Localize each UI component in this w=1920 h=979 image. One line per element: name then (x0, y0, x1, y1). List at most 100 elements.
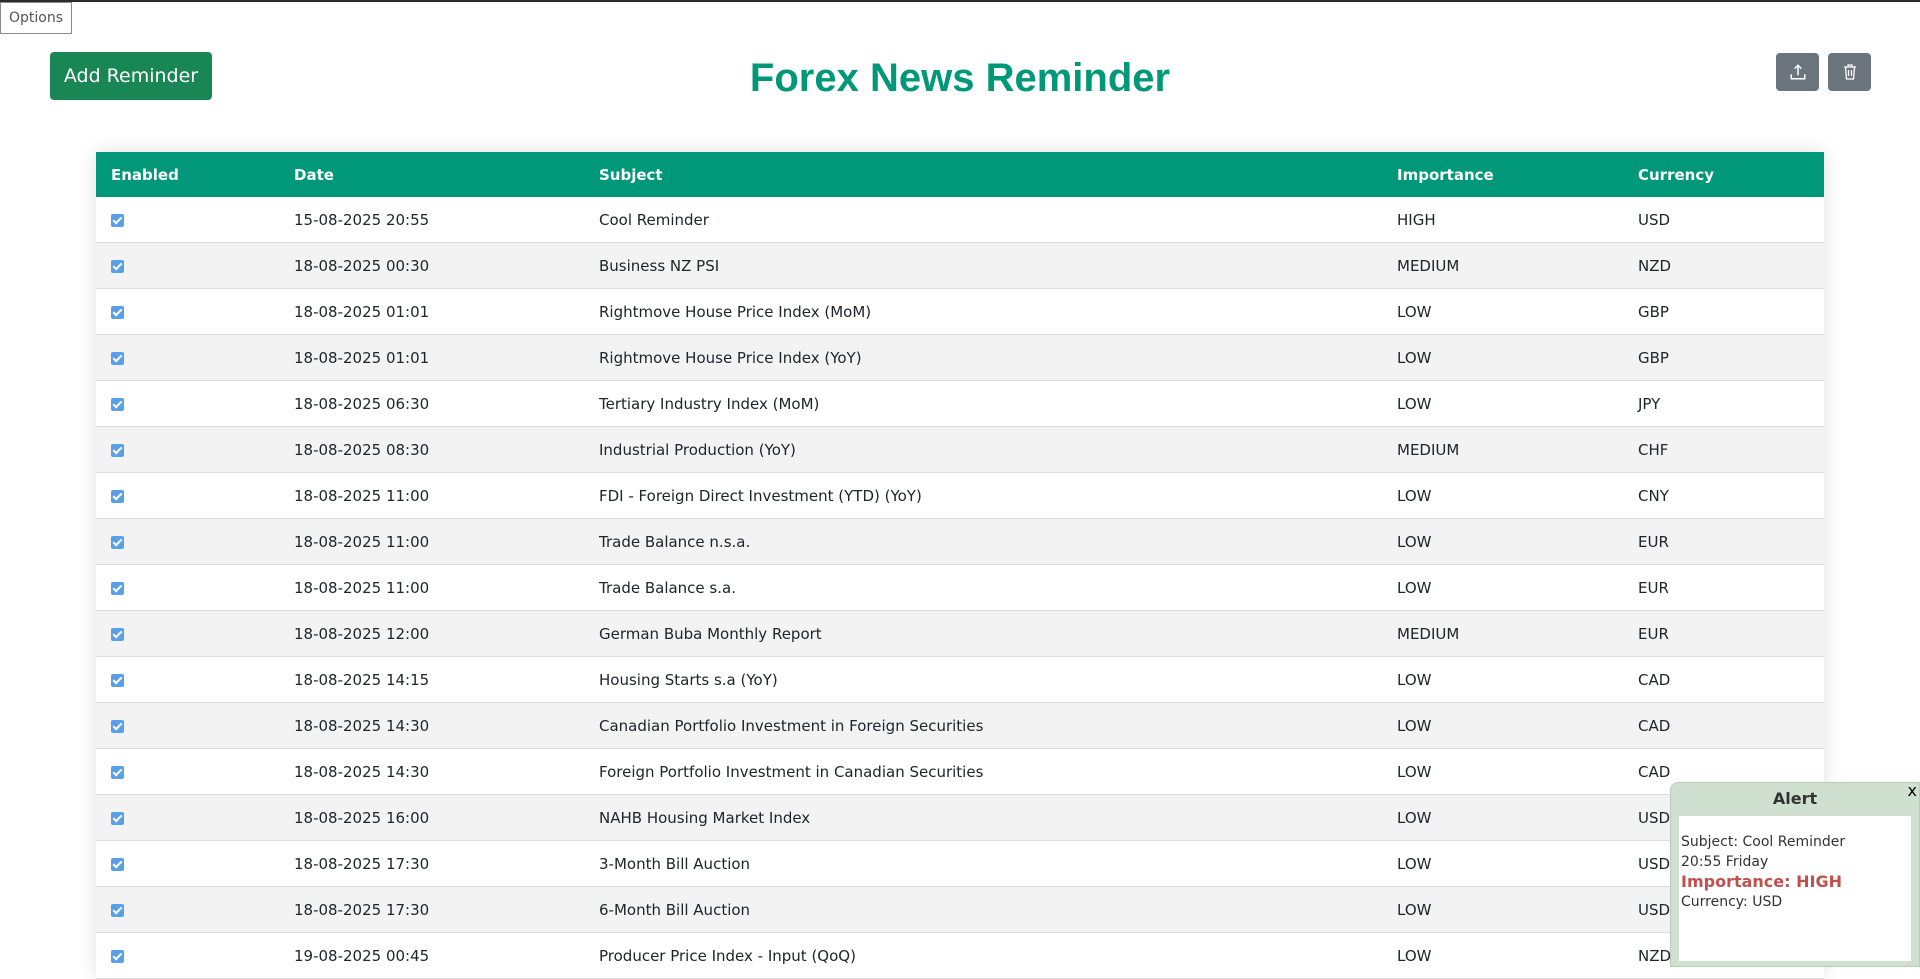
date-cell: 18-08-2025 01:01 (279, 334, 584, 381)
importance-cell: LOW (1382, 380, 1623, 427)
enabled-cell (96, 886, 279, 933)
date-cell: 18-08-2025 06:30 (279, 380, 584, 427)
enabled-checkbox[interactable] (111, 765, 124, 779)
date-cell: 18-08-2025 14:15 (279, 656, 584, 703)
currency-cell: GBP (1623, 334, 1824, 381)
date-cell: 18-08-2025 00:30 (279, 242, 584, 289)
importance-cell: MEDIUM (1382, 426, 1623, 473)
date-cell: 18-08-2025 14:30 (279, 748, 584, 795)
table-row[interactable]: 19-08-2025 00:45 Producer Price Index - I… (96, 932, 1824, 979)
alert-popup: x Alert Subject: Cool Reminder 20:55 Fri… (1670, 781, 1920, 967)
importance-cell: LOW (1382, 288, 1623, 335)
subject-cell: Tertiary Industry Index (MoM) (584, 380, 1382, 427)
importance-cell: LOW (1382, 518, 1623, 565)
table-row[interactable]: 18-08-2025 06:30 Tertiary Industry Index … (96, 380, 1824, 427)
enabled-checkbox[interactable] (111, 857, 124, 871)
date-cell: 18-08-2025 11:00 (279, 472, 584, 519)
enabled-checkbox[interactable] (111, 811, 124, 825)
subject-cell: Cool Reminder (584, 197, 1382, 243)
table-row[interactable]: 18-08-2025 17:30 6-Month Bill Auction LOW U… (96, 886, 1824, 933)
enabled-checkbox[interactable] (111, 259, 124, 273)
alert-close-button[interactable]: x (1908, 781, 1917, 801)
table-row[interactable]: 18-08-2025 14:30 Canadian Portfolio Inves… (96, 702, 1824, 749)
subject-cell: 6-Month Bill Auction (584, 886, 1382, 933)
subject-cell: Rightmove House Price Index (MoM) (584, 288, 1382, 335)
table-row[interactable]: 15-08-2025 20:55 Cool Reminder HIGH USD (96, 197, 1824, 243)
enabled-cell (96, 242, 279, 289)
enabled-checkbox[interactable] (111, 719, 124, 733)
table-row[interactable]: 18-08-2025 14:30 Foreign Portfolio Invest… (96, 748, 1824, 795)
table-row[interactable]: 18-08-2025 12:00 German Buba Monthly Repo… (96, 610, 1824, 657)
date-cell: 18-08-2025 11:00 (279, 564, 584, 611)
subject-cell: Rightmove House Price Index (YoY) (584, 334, 1382, 381)
subject-cell: Foreign Portfolio Investment in Canadian… (584, 748, 1382, 795)
enabled-cell (96, 932, 279, 979)
importance-cell: LOW (1382, 656, 1623, 703)
subject-cell: Industrial Production (YoY) (584, 426, 1382, 473)
table-row[interactable]: 18-08-2025 08:30 Industrial Production (Y… (96, 426, 1824, 473)
enabled-cell (96, 197, 279, 243)
delete-all-button[interactable] (1828, 53, 1871, 91)
importance-cell: LOW (1382, 794, 1623, 841)
options-button[interactable]: Options (0, 2, 73, 34)
table-row[interactable]: 18-08-2025 14:15 Housing Starts s.a (YoY)… (96, 656, 1824, 703)
table-body: 15-08-2025 20:55 Cool Reminder HIGH USD 18-0… (96, 197, 1824, 979)
header-subject: Subject (599, 165, 663, 184)
alert-currency: Currency: USD (1681, 894, 1783, 910)
enabled-checkbox[interactable] (111, 627, 124, 641)
importance-cell: MEDIUM (1382, 242, 1623, 289)
importance-cell: LOW (1382, 334, 1623, 381)
enabled-cell (96, 518, 279, 565)
table-row[interactable]: 18-08-2025 16:00 NAHB Housing Market Inde… (96, 794, 1824, 841)
subject-cell: Canadian Portfolio Investment in Foreign… (584, 702, 1382, 749)
enabled-checkbox[interactable] (111, 489, 124, 503)
table-header-row: Enabled Date Subject Importance Currency (96, 152, 1824, 197)
subject-cell: Business NZ PSI (584, 242, 1382, 289)
enabled-cell (96, 840, 279, 887)
alert-subject: Subject: Cool Reminder (1681, 834, 1846, 850)
date-cell: 18-08-2025 01:01 (279, 288, 584, 335)
subject-cell: FDI - Foreign Direct Investment (YTD) (Y… (584, 472, 1382, 519)
currency-cell: NZD (1623, 242, 1824, 289)
enabled-checkbox[interactable] (111, 535, 124, 549)
date-cell: 18-08-2025 16:00 (279, 794, 584, 841)
table-row[interactable]: 18-08-2025 01:01 Rightmove House Price In… (96, 334, 1824, 381)
table-row[interactable]: 18-08-2025 11:00 Trade Balance s.a. LOW EUR (96, 564, 1824, 611)
subject-cell: Trade Balance s.a. (584, 564, 1382, 611)
enabled-checkbox[interactable] (111, 213, 124, 227)
enabled-checkbox[interactable] (111, 949, 124, 963)
importance-cell: LOW (1382, 840, 1623, 887)
alert-title: Alert (1772, 789, 1818, 808)
enabled-cell (96, 472, 279, 519)
subject-cell: German Buba Monthly Report (584, 610, 1382, 657)
importance-cell: LOW (1382, 564, 1623, 611)
enabled-cell (96, 380, 279, 427)
importance-cell: LOW (1382, 472, 1623, 519)
currency-cell: USD (1623, 197, 1824, 243)
alert-body: Subject: Cool Reminder 20:55 Friday Impo… (1679, 816, 1911, 961)
table-row[interactable]: 18-08-2025 01:01 Rightmove House Price In… (96, 288, 1824, 335)
enabled-checkbox[interactable] (111, 903, 124, 917)
table-row[interactable]: 18-08-2025 11:00 Trade Balance n.s.a. LOW E… (96, 518, 1824, 565)
enabled-checkbox[interactable] (111, 305, 124, 319)
date-cell: 18-08-2025 14:30 (279, 702, 584, 749)
enabled-checkbox[interactable] (111, 443, 124, 457)
export-button[interactable] (1776, 53, 1819, 91)
currency-cell: CNY (1623, 472, 1824, 519)
importance-cell: MEDIUM (1382, 610, 1623, 657)
enabled-checkbox[interactable] (111, 581, 124, 595)
enabled-checkbox[interactable] (111, 673, 124, 687)
table-row[interactable]: 18-08-2025 17:30 3-Month Bill Auction LOW U… (96, 840, 1824, 887)
header-currency: Currency (1638, 165, 1715, 184)
enabled-checkbox[interactable] (111, 397, 124, 411)
enabled-cell (96, 426, 279, 473)
page-title: Forex News Reminder (749, 56, 1171, 100)
date-cell: 18-08-2025 11:00 (279, 518, 584, 565)
enabled-cell (96, 702, 279, 749)
table-row[interactable]: 18-08-2025 00:30 Business NZ PSI MEDIUM NZD (96, 242, 1824, 289)
currency-cell: EUR (1623, 610, 1824, 657)
enabled-checkbox[interactable] (111, 351, 124, 365)
table-row[interactable]: 18-08-2025 11:00 FDI - Foreign Direct Inv… (96, 472, 1824, 519)
date-cell: 18-08-2025 17:30 (279, 886, 584, 933)
trash-icon (1843, 64, 1856, 80)
